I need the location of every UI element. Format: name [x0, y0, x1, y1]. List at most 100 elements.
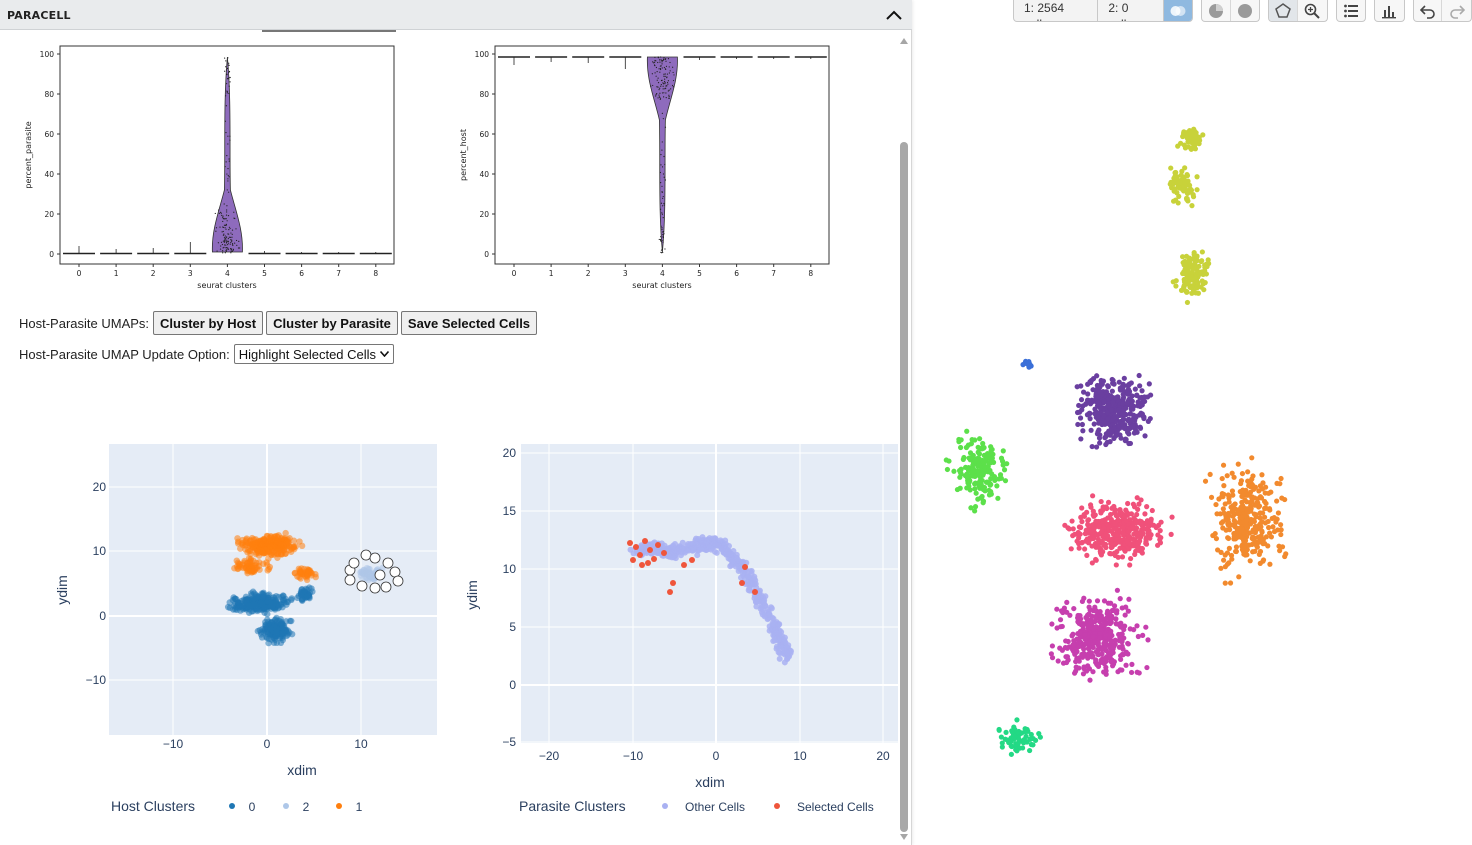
violin-dot [654, 72, 656, 74]
umap-point [1115, 669, 1121, 675]
umap-point [1092, 614, 1098, 620]
redo-icon[interactable] [1442, 0, 1471, 21]
umap-point [980, 444, 986, 450]
umap-point [999, 740, 1005, 746]
umap-point [1241, 541, 1247, 547]
violin-dot [669, 61, 671, 64]
umap-point [1063, 638, 1069, 644]
y-tick-label: 80 [479, 90, 489, 99]
violin-dot [220, 245, 222, 247]
umap-point [1022, 729, 1029, 735]
main-umap-plot[interactable] [918, 110, 1338, 790]
host-point [250, 595, 257, 602]
violin-dot [227, 191, 230, 193]
umap-point [1103, 433, 1109, 440]
violin-dot [661, 63, 663, 65]
violin-dot [663, 204, 665, 206]
bar-chart-icon[interactable] [1375, 0, 1404, 21]
umap-point [1173, 197, 1179, 203]
violin-dot [226, 189, 228, 191]
umap-point [1121, 375, 1127, 381]
zoom-icon[interactable] [1298, 0, 1327, 21]
pie-chart-icon[interactable] [1202, 0, 1231, 21]
umap-point [1183, 281, 1189, 287]
panel-scrollbar[interactable] [897, 34, 911, 844]
umap-point [1098, 498, 1104, 505]
undo-icon[interactable] [1414, 0, 1443, 21]
legend-marker [229, 803, 235, 809]
violin-dot [227, 180, 229, 182]
umap-point [1083, 538, 1089, 544]
scroll-down-arrow-icon[interactable] [900, 834, 908, 840]
parasite-point [694, 552, 701, 559]
parasite-umap-plot[interactable]: −20 −10 0 10 20 20 15 10 5 0 −5 xdim ydim Parasite… [460, 435, 900, 830]
list-icon[interactable] [1337, 0, 1366, 21]
umap-point [1251, 511, 1258, 517]
violin-dot [225, 95, 227, 97]
viewer-toolbar: 1: 2564 cells 2: 0 cells [1013, 0, 1472, 22]
parasite-point [732, 563, 739, 570]
violin-dot [657, 61, 659, 64]
y-tick-label: 100 [40, 50, 55, 59]
circle-icon[interactable] [1231, 0, 1260, 21]
umap-point [1008, 743, 1014, 749]
violin-dot [654, 59, 656, 62]
umap-point [1236, 574, 1242, 580]
violin-dot [225, 242, 228, 244]
scroll-up-arrow-icon[interactable] [900, 38, 908, 44]
umap-point [1101, 542, 1107, 548]
host-umap-plot[interactable]: −10 0 1020100−10 xdim ydim Host Clusters 0… [20, 435, 450, 830]
y-tick-label: 80 [44, 90, 54, 99]
violin-dot [660, 202, 663, 204]
violin-dot [658, 68, 660, 70]
parasite-selected-point [667, 589, 673, 595]
umap-point [1185, 271, 1191, 277]
umap-point [1114, 549, 1120, 555]
violin-dot [664, 75, 666, 77]
violin-dot [669, 70, 671, 72]
violin-dot [226, 155, 228, 157]
save-selected-cells-button[interactable]: Save Selected Cells [400, 311, 538, 335]
violin-dot [660, 56, 662, 58]
cluster-by-parasite-button[interactable]: Cluster by Parasite [266, 311, 398, 335]
umap-point [1225, 535, 1232, 542]
umap-point [1081, 512, 1087, 518]
chevron-up-icon[interactable] [882, 4, 906, 26]
violin-dot [662, 88, 664, 90]
cluster-by-host-button[interactable]: Cluster by Host [153, 311, 264, 335]
violin-dot [214, 212, 216, 215]
umap-point [1190, 140, 1196, 146]
umap-point [1275, 527, 1281, 533]
parasite-point [781, 659, 788, 666]
umap-point [1219, 493, 1225, 500]
umap-point [1117, 387, 1124, 393]
update-option-select[interactable]: Highlight Selected Cells [233, 344, 395, 364]
umap-point [1142, 511, 1148, 517]
violin-dot [656, 79, 658, 81]
umap-point [1128, 669, 1135, 676]
umap-point [1233, 548, 1239, 554]
lasso-icon[interactable] [1269, 0, 1298, 21]
venn-icon[interactable] [1163, 0, 1193, 21]
violin-dot [662, 173, 665, 175]
violin-dot [232, 248, 235, 250]
violin-dot [657, 77, 659, 79]
host-point [288, 617, 295, 625]
violin-dot [666, 73, 669, 75]
umap-point [1115, 554, 1121, 560]
umap-point [1003, 729, 1009, 735]
umap-point [1067, 612, 1073, 618]
umap-point [1235, 530, 1241, 536]
selection-1-count[interactable]: 1: 2564 cells [1014, 0, 1099, 21]
umap-point [1076, 541, 1082, 547]
selection-2-count[interactable]: 2: 0 cells [1098, 0, 1164, 21]
umap-point [951, 468, 957, 474]
umap-point [1049, 621, 1055, 627]
scroll-thumb[interactable] [900, 142, 908, 832]
umap-point [1175, 143, 1181, 149]
umap-point [1081, 650, 1087, 657]
host-point [277, 619, 285, 627]
parasite-selected-point [651, 556, 657, 562]
violin-dot [226, 90, 228, 92]
umap-point [1187, 260, 1193, 267]
